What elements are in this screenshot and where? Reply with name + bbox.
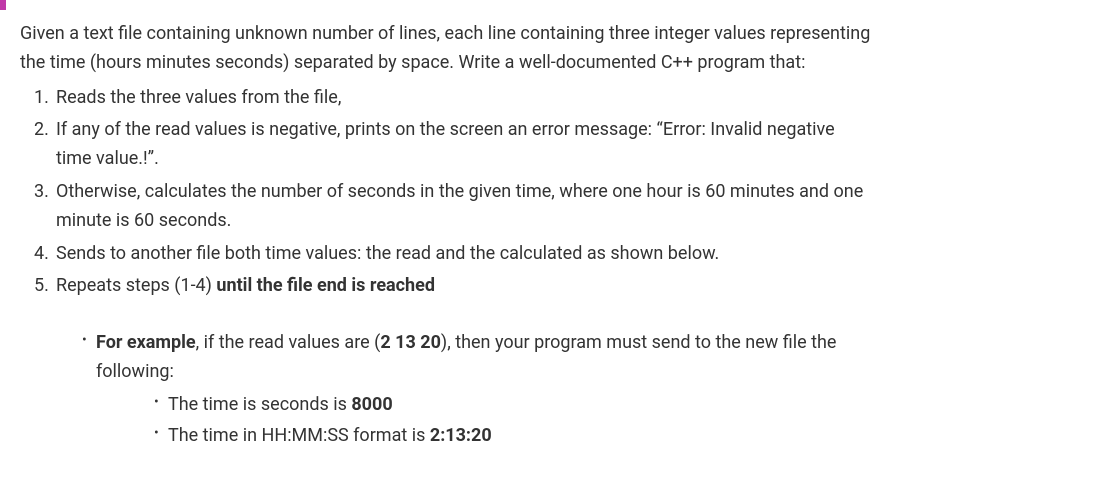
example-lead-rest: , if the read values are ( <box>196 332 381 353</box>
step-1: Reads the three values from the file, <box>56 84 1095 113</box>
step-3: Otherwise, calculates the number of seco… <box>56 178 1095 236</box>
step-4-text: Sends to another file both time values: … <box>56 243 719 264</box>
step-5-text-a: Repeats steps (1-4) <box>56 275 216 296</box>
steps-list: Reads the three values from the file, If… <box>20 84 1095 302</box>
accent-bar <box>0 0 6 10</box>
example-lead-after: ), then your program must send to the ne… <box>441 332 837 353</box>
intro-line-2: the time (hours minutes seconds) separat… <box>20 52 805 73</box>
example-bullet-2: The time in HH:MM:SS format is 2:13:20 <box>154 422 1095 451</box>
document-content: Given a text file containing unknown num… <box>0 0 1115 472</box>
step-3-text-a: Otherwise, calculates the number of seco… <box>56 181 863 202</box>
example-lead-bold: For example <box>96 332 196 353</box>
example-bullet-2-text: The time in HH:MM:SS format is <box>168 425 430 446</box>
example-intro: For example, if the read values are (2 1… <box>82 329 1095 387</box>
example-following: following: <box>96 361 174 382</box>
step-2-text-b: time value.!”. <box>56 148 159 169</box>
step-2-text-a: If any of the read values is negative, p… <box>56 119 835 140</box>
example-input-bold: 2 13 20 <box>380 332 441 353</box>
example-bullet-1-value: 8000 <box>351 394 392 415</box>
step-3-text-b: minute is 60 seconds. <box>56 210 231 231</box>
step-1-text: Reads the three values from the file, <box>56 87 341 108</box>
example-output-bullets: The time is seconds is 8000 The time in … <box>82 391 1095 451</box>
example-bullet-1-text: The time is seconds is <box>168 394 351 415</box>
step-4: Sends to another file both time values: … <box>56 240 1095 269</box>
step-5: Repeats steps (1-4) until the file end i… <box>56 272 1095 301</box>
example-bullet-1: The time is seconds is 8000 <box>154 391 1095 420</box>
example-section: For example, if the read values are (2 1… <box>20 329 1095 450</box>
step-2: If any of the read values is negative, p… <box>56 116 1095 174</box>
step-5-text-bold: until the file end is reached <box>216 275 435 296</box>
intro-paragraph: Given a text file containing unknown num… <box>20 20 1095 78</box>
intro-line-1: Given a text file containing unknown num… <box>20 23 870 44</box>
example-bullet-2-value: 2:13:20 <box>430 425 492 446</box>
